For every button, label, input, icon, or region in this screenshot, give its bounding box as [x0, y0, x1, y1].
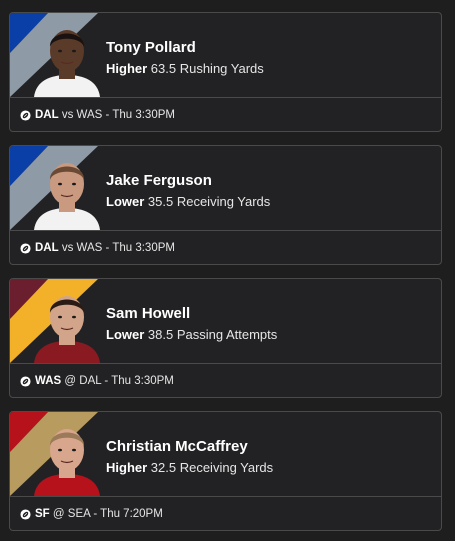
game-info: DAL vs WAS - Thu 3:30PM — [20, 109, 175, 121]
pick-card-header: Christian McCaffrey Higher 32.5 Receivin… — [10, 412, 441, 496]
pick-line: Higher 32.5 Receiving Yards — [106, 460, 273, 475]
card-divider — [10, 496, 441, 497]
player-name: Jake Ferguson — [106, 172, 212, 189]
pick-card-header: Tony Pollard Higher 63.5 Rushing Yards — [10, 13, 441, 97]
team-abbr: SF — [35, 508, 50, 520]
matchup-time: vs WAS - Thu 3:30PM — [61, 109, 175, 121]
team-abbr: DAL — [35, 242, 59, 254]
football-icon — [20, 375, 31, 387]
game-info: WAS @ DAL - Thu 3:30PM — [20, 375, 174, 387]
pick-card[interactable]: Sam Howell Lower 38.5 Passing Attempts W… — [9, 278, 442, 398]
pick-stat: 38.5 Passing Attempts — [147, 327, 278, 342]
matchup-time: vs WAS - Thu 3:30PM — [61, 242, 175, 254]
pick-direction: Higher — [106, 460, 148, 475]
football-icon — [20, 109, 31, 121]
matchup-time: @ DAL - Thu 3:30PM — [64, 375, 174, 387]
game-info: DAL vs WAS - Thu 3:30PM — [20, 242, 175, 254]
football-icon — [20, 508, 31, 520]
player-name: Sam Howell — [106, 305, 191, 322]
pick-line: Lower 38.5 Passing Attempts — [106, 327, 277, 342]
pick-card[interactable]: Tony Pollard Higher 63.5 Rushing Yards D… — [9, 12, 442, 132]
pick-stat: 63.5 Rushing Yards — [150, 61, 264, 76]
pick-stat: 35.5 Receiving Yards — [147, 194, 271, 209]
pick-line: Higher 63.5 Rushing Yards — [106, 61, 264, 76]
card-divider — [10, 230, 441, 231]
player-name: Christian McCaffrey — [106, 438, 248, 455]
pick-direction: Lower — [106, 327, 145, 342]
pick-card-header: Sam Howell Lower 38.5 Passing Attempts — [10, 279, 441, 363]
player-headshot — [34, 30, 100, 97]
pick-card[interactable]: Christian McCaffrey Higher 32.5 Receivin… — [9, 411, 442, 531]
pick-direction: Lower — [106, 194, 145, 209]
player-headshot — [34, 296, 100, 363]
pick-direction: Higher — [106, 61, 148, 76]
game-info: SF @ SEA - Thu 7:20PM — [20, 508, 163, 520]
card-divider — [10, 97, 441, 98]
team-abbr: WAS — [35, 375, 62, 387]
card-divider — [10, 363, 441, 364]
pick-card-header: Jake Ferguson Lower 35.5 Receiving Yards — [10, 146, 441, 230]
player-name: Tony Pollard — [106, 39, 196, 56]
pick-line: Lower 35.5 Receiving Yards — [106, 194, 270, 209]
player-headshot — [34, 429, 100, 496]
football-icon — [20, 242, 31, 254]
team-abbr: DAL — [35, 109, 59, 121]
player-headshot — [34, 163, 100, 230]
pick-stat: 32.5 Receiving Yards — [150, 460, 274, 475]
pick-card[interactable]: Jake Ferguson Lower 35.5 Receiving Yards… — [9, 145, 442, 265]
matchup-time: @ SEA - Thu 7:20PM — [52, 508, 163, 520]
picks-list: Tony Pollard Higher 63.5 Rushing Yards D… — [0, 0, 455, 541]
